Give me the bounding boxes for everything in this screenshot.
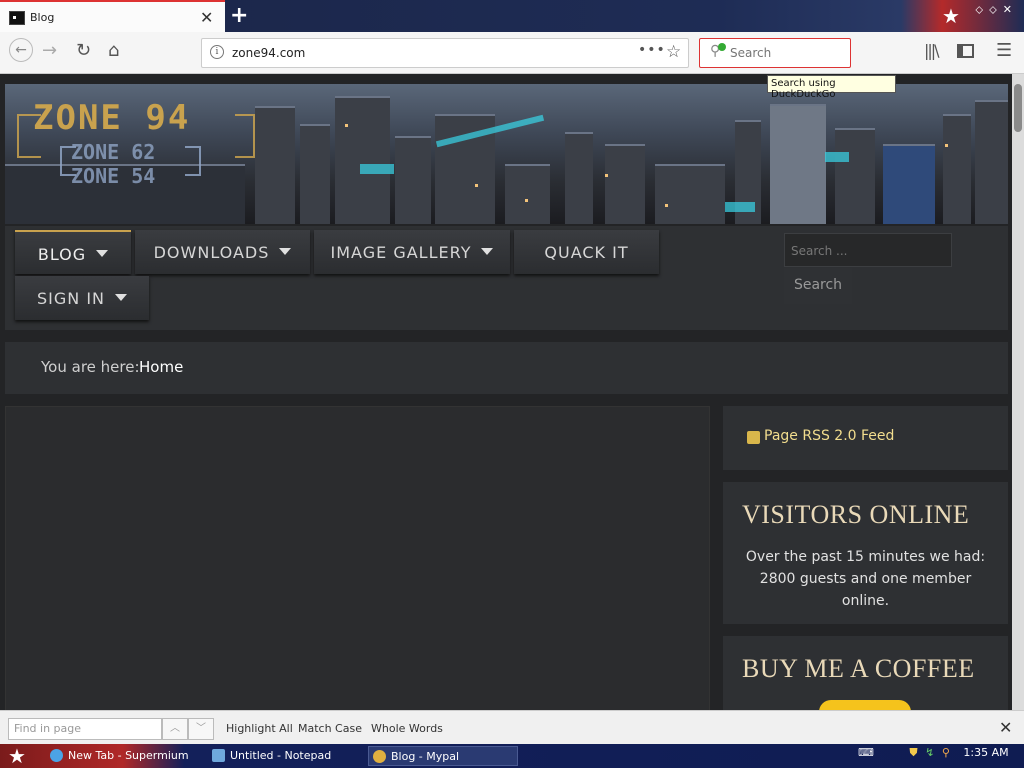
site-info-icon[interactable]: i — [210, 45, 224, 59]
chevron-down-icon — [96, 250, 109, 257]
taskbar-item-mypal[interactable]: Blog - Mypal — [368, 746, 518, 766]
address-bar[interactable]: i zone94.com ••• ☆ — [201, 38, 689, 68]
tab-strip: Blog ✕ + ★ ⬦⬦✕ — [0, 0, 1024, 32]
site-favicon — [9, 11, 25, 25]
breadcrumb: You are here: Home — [5, 342, 1008, 394]
rss-panel: Page RSS 2.0 Feed — [723, 406, 1008, 470]
notepad-icon — [212, 749, 225, 762]
menu-item-image-gallery[interactable]: IMAGE GALLERY — [314, 230, 510, 274]
browser-search-input[interactable] — [730, 44, 840, 62]
main-content — [5, 406, 710, 710]
system-tray: ⌨ ⛊ ↯ ⚲ 1:35 AM — [858, 746, 1009, 766]
visitors-text: Over the past 15 minutes we had: 2800 gu… — [745, 549, 986, 609]
browser-search-box[interactable]: ⚲ — [699, 38, 851, 68]
site-search-button[interactable]: Search — [784, 268, 852, 304]
page-scrollbar[interactable] — [1012, 74, 1024, 710]
tab-close-icon[interactable]: ✕ — [200, 8, 213, 27]
page-actions-icon[interactable]: ••• — [638, 42, 666, 58]
breadcrumb-current: Home — [139, 358, 184, 376]
start-button-icon[interactable]: ★ — [8, 744, 26, 768]
breadcrumb-label: You are here: — [41, 358, 140, 376]
sidebar-icon[interactable] — [957, 44, 974, 58]
menu-label-sign-in: SIGN IN — [36, 289, 105, 308]
chevron-down-icon — [115, 294, 127, 301]
menu-item-blog[interactable]: BLOG — [15, 230, 131, 274]
rss-link[interactable]: Page RSS 2.0 Feed — [764, 428, 894, 444]
search-tooltip: Search using DuckDuckGo — [767, 75, 896, 100]
whole-words-button[interactable]: Whole Words — [371, 722, 443, 735]
url-text[interactable]: zone94.com — [232, 46, 305, 60]
taskbar-item-notepad[interactable]: Untitled - Notepad — [208, 746, 364, 766]
close-find-bar-icon[interactable]: ✕ — [999, 718, 1012, 737]
taskbar-label: Untitled - Notepad — [230, 749, 332, 762]
keyboard-icon[interactable]: ⌨ — [858, 746, 874, 759]
search-icon[interactable]: ⚲ — [942, 746, 950, 759]
clock: 1:35 AM — [963, 746, 1009, 759]
bookmark-star-icon[interactable]: ☆ — [666, 42, 681, 62]
logo-sub-line-1: ZONE 62 — [71, 140, 156, 164]
menu-label-blog: BLOG — [37, 245, 87, 264]
coffee-title: BUY ME A COFFEE — [742, 654, 975, 683]
menu-item-quack-it[interactable]: QUACK IT — [514, 230, 659, 274]
chevron-down-icon — [279, 248, 292, 255]
coffee-button[interactable] — [819, 700, 911, 710]
home-icon[interactable]: ⌂ — [108, 40, 119, 61]
site-search-input[interactable]: Search ... — [784, 233, 952, 267]
new-tab-button[interactable]: + — [230, 3, 248, 28]
menu-label-downloads: DOWNLOADS — [153, 243, 270, 262]
scrollbar-thumb[interactable] — [1014, 84, 1022, 132]
menu-item-sign-in[interactable]: SIGN IN — [15, 276, 149, 320]
window-controls[interactable]: ⬦⬦✕ — [975, 3, 1018, 17]
menu-label-quack-it: QUACK IT — [544, 243, 629, 262]
reload-icon[interactable]: ↻ — [76, 40, 91, 61]
taskbar: ★ New Tab - Supermium Untitled - Notepad… — [0, 744, 1024, 768]
highlight-all-button[interactable]: Highlight All — [226, 722, 293, 735]
logo-sub-line-2: ZONE 54 — [71, 164, 156, 188]
visitors-title: VISITORS ONLINE — [742, 500, 970, 529]
menu-label-image-gallery: IMAGE GALLERY — [330, 243, 472, 262]
site-logo-subtitle: ZONE 62 ZONE 54 — [71, 140, 155, 188]
match-case-button[interactable]: Match Case — [298, 722, 362, 735]
site-banner[interactable]: ZONE 94 ZONE 62 ZONE 54 — [5, 84, 1008, 224]
chevron-down-icon — [481, 248, 494, 255]
web-page: ZONE 94 ZONE 62 ZONE 54 BLOG DOWNLOADS I… — [0, 74, 1012, 710]
forward-icon[interactable]: → — [42, 40, 57, 61]
find-next-icon[interactable]: ﹀ — [188, 718, 214, 740]
find-bar: Find in page ︿ ﹀ Highlight All Match Cas… — [0, 710, 1024, 744]
duckduckgo-add-icon — [718, 43, 726, 51]
coffee-panel: BUY ME A COFFEE — [723, 636, 1008, 710]
hamburger-menu-icon[interactable]: ☰ — [996, 40, 1012, 61]
navigation-toolbar: ← → ↻ ⌂ i zone94.com ••• ☆ ⚲ |||\ ☰ — [0, 32, 1024, 74]
browser-icon — [50, 749, 63, 762]
find-previous-icon[interactable]: ︿ — [162, 718, 188, 740]
star-icon: ★ — [942, 4, 960, 28]
mypal-icon — [373, 750, 386, 763]
find-input[interactable]: Find in page — [8, 718, 162, 740]
tab-blog[interactable]: Blog ✕ — [0, 0, 225, 32]
visitors-panel: VISITORS ONLINE Over the past 15 minutes… — [723, 482, 1008, 624]
shield-icon[interactable]: ⛊ — [909, 746, 917, 759]
taskbar-label: Blog - Mypal — [391, 750, 460, 763]
network-icon[interactable]: ↯ — [925, 746, 934, 759]
library-icon[interactable]: |||\ — [924, 41, 940, 60]
rss-icon — [747, 431, 760, 444]
back-icon[interactable]: ← — [9, 38, 33, 62]
main-menu: BLOG DOWNLOADS IMAGE GALLERY QUACK IT SI… — [5, 226, 1008, 330]
tab-title: Blog — [30, 11, 55, 24]
menu-item-downloads[interactable]: DOWNLOADS — [135, 230, 310, 274]
taskbar-item-supermium[interactable]: New Tab - Supermium — [46, 746, 206, 766]
taskbar-label: New Tab - Supermium — [68, 749, 189, 762]
site-logo[interactable]: ZONE 94 — [33, 98, 190, 138]
